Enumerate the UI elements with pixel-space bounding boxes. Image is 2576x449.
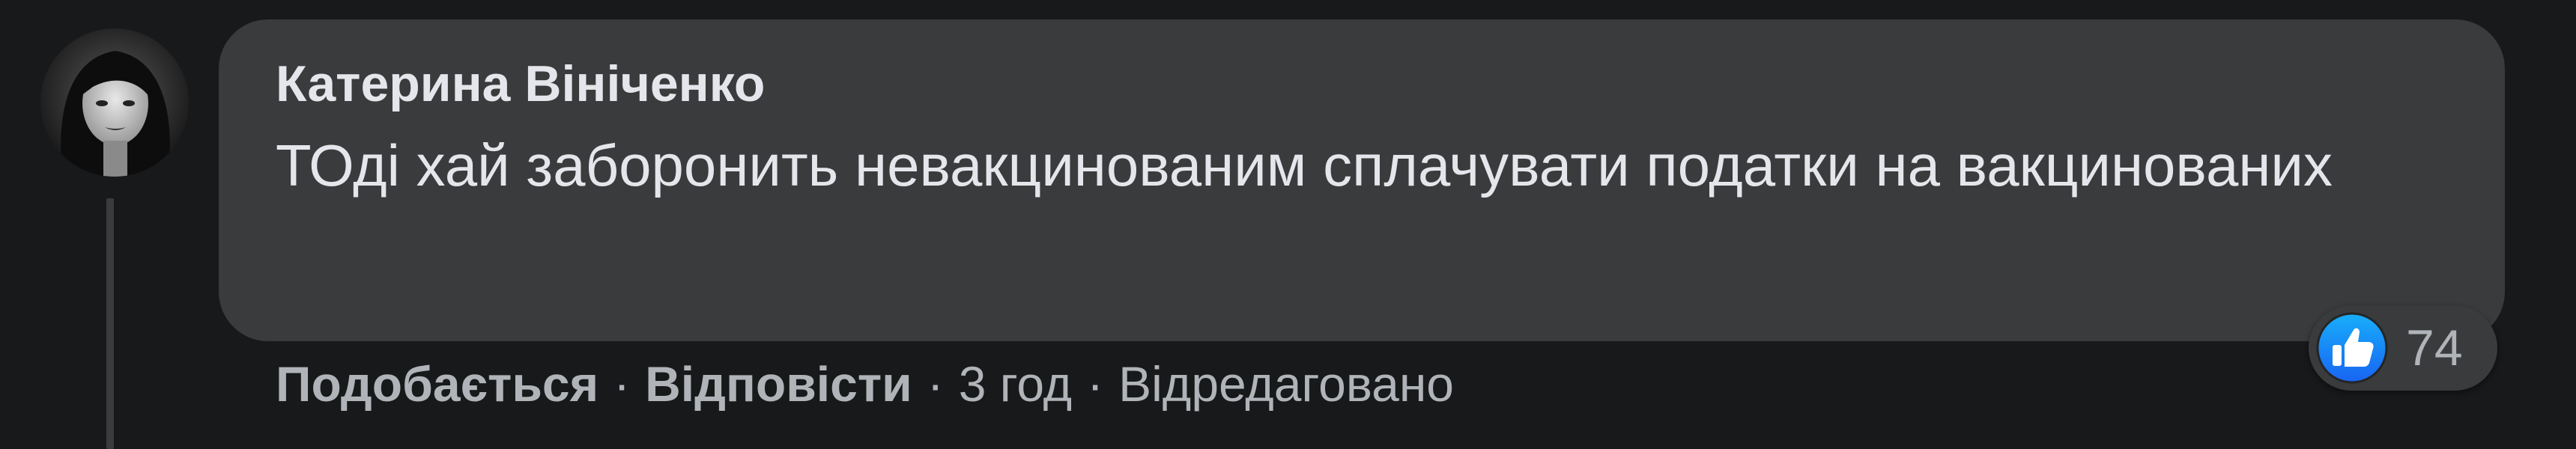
separator-dot: ·: [613, 356, 631, 412]
avatar[interactable]: [40, 28, 189, 177]
separator-dot: ·: [1087, 356, 1104, 412]
comment-text: ТОді хай заборонить невакцинованим сплач…: [276, 132, 2333, 198]
comment-actions: Подобається · Відповісти · 3 год · Відре…: [276, 355, 1454, 414]
reply-button[interactable]: Відповісти: [645, 355, 912, 414]
separator-dot: ·: [927, 356, 944, 412]
edited-label[interactable]: Відредаговано: [1118, 355, 1454, 414]
author-name[interactable]: Катерина Вініченко: [276, 58, 2448, 109]
comment-bubble: Катерина Вініченко ТОді хай заборонить н…: [219, 19, 2505, 341]
reaction-count: 74: [2406, 320, 2463, 376]
like-icon: [2316, 312, 2388, 384]
comment-thread: Катерина Вініченко ТОді хай заборонить н…: [0, 0, 2576, 449]
avatar-photo: [40, 28, 189, 177]
thread-line: [106, 198, 114, 449]
reaction-summary[interactable]: 74: [2309, 305, 2497, 391]
timestamp[interactable]: 3 год: [959, 355, 1072, 414]
like-button[interactable]: Подобається: [276, 355, 598, 414]
